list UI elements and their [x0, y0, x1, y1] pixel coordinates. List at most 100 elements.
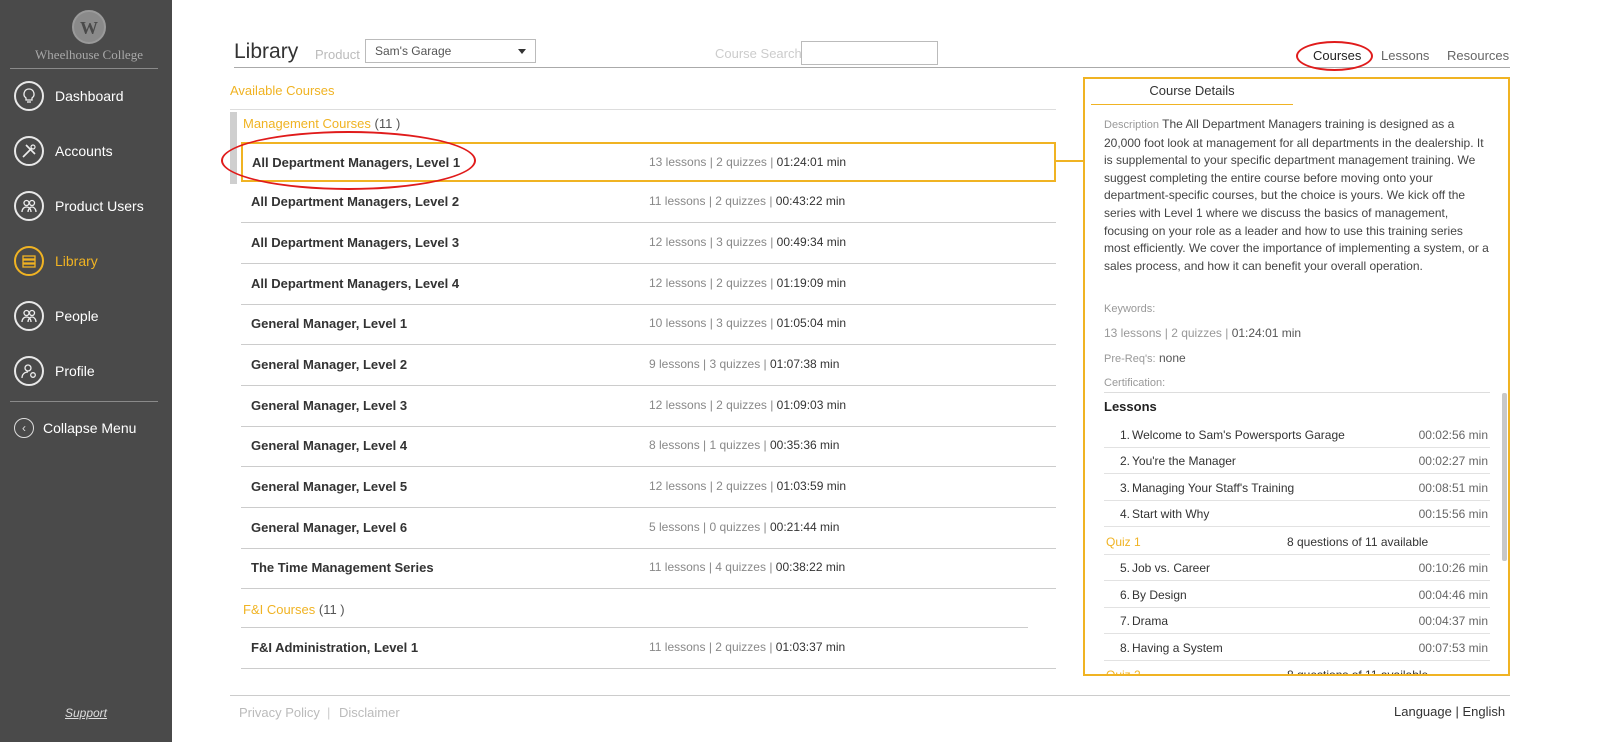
course-stats: 8 lessons | 1 quizzes | 00:35:36 min	[649, 438, 840, 452]
collapse-menu-button[interactable]: ‹ Collapse Menu	[14, 418, 136, 438]
course-search-input[interactable]	[801, 41, 938, 65]
duration: 00:49:34 min	[776, 235, 847, 249]
course-list-scrollbar[interactable]	[230, 112, 237, 184]
tab-courses[interactable]: Courses	[1313, 48, 1361, 63]
nav-label: Product Users	[55, 198, 144, 214]
lesson-title: Job vs. Career	[1132, 561, 1211, 575]
certification: Certification:	[1104, 375, 1165, 389]
duration: 00:38:22 min	[775, 560, 846, 574]
quiz-info: 8 questions of 11 available	[1287, 535, 1429, 549]
lesson-title: By Design	[1132, 588, 1187, 602]
quizzes-count: 2 quizzes	[715, 640, 766, 654]
library-header: Library Product Sam's Garage Course Sear…	[234, 38, 1510, 68]
lesson-number: 6.	[1119, 588, 1130, 602]
course-row[interactable]: F&I Administration, Level 1 11 lessons |…	[241, 628, 1056, 669]
lesson-number: 5.	[1119, 561, 1130, 575]
prereqs: Pre-Req's: none	[1104, 351, 1186, 365]
quizzes-count: 2 quizzes	[716, 276, 767, 290]
support-link[interactable]: Support	[0, 706, 172, 720]
tools-icon	[14, 136, 44, 166]
lesson-number: 7.	[1119, 614, 1130, 628]
product-select-value: Sam's Garage	[375, 44, 452, 58]
lesson-title: Managing Your Staff's Training	[1132, 481, 1295, 495]
language-selector[interactable]: Language | English	[1394, 704, 1505, 719]
lessons-count: 5 lessons	[649, 520, 700, 534]
course-name: All Department Managers, Level 2	[251, 194, 460, 209]
lesson-row[interactable]: 2. You're the Manager 00:02:27 min	[1104, 448, 1490, 474]
lesson-number: 1.	[1119, 428, 1130, 442]
tab-resources[interactable]: Resources	[1447, 48, 1509, 63]
quiz-row[interactable]: Quiz 2 8 questions of 11 available	[1104, 662, 1490, 676]
course-name: All Department Managers, Level 4	[251, 276, 460, 291]
course-stats: 12 lessons | 2 quizzes | 01:03:59 min	[649, 479, 847, 493]
nav-label: Accounts	[55, 143, 113, 159]
course-row[interactable]: General Manager, Level 5 12 lessons | 2 …	[241, 467, 1056, 508]
course-row[interactable]: All Department Managers, Level 1 13 less…	[241, 142, 1056, 182]
lesson-row[interactable]: 7. Drama 00:04:37 min	[1104, 608, 1490, 634]
lessons-count: 12 lessons	[649, 276, 707, 290]
course-search-label: Course Search	[715, 46, 802, 61]
course-row[interactable]: All Department Managers, Level 2 11 less…	[241, 182, 1056, 223]
lesson-row[interactable]: 1. Welcome to Sam's Powersports Garage 0…	[1104, 422, 1490, 448]
product-select[interactable]: Sam's Garage	[365, 39, 536, 63]
duration: 01:03:37 min	[775, 640, 846, 654]
lesson-row[interactable]: 6. By Design 00:04:46 min	[1104, 582, 1490, 608]
nav-item-product-users[interactable]: Product Users	[14, 189, 164, 223]
disclaimer-link[interactable]: Disclaimer	[339, 705, 400, 720]
nav-item-profile[interactable]: Profile	[14, 354, 164, 388]
page-title: Library	[234, 40, 299, 63]
description-text: The All Department Managers training is …	[1104, 117, 1489, 273]
course-row[interactable]: All Department Managers, Level 4 12 less…	[241, 264, 1056, 305]
lesson-duration: 00:08:51 min	[1418, 481, 1488, 495]
privacy-policy-link[interactable]: Privacy Policy	[239, 705, 320, 720]
lesson-row[interactable]: 5. Job vs. Career 00:10:26 min	[1104, 555, 1490, 581]
details-scrollbar[interactable]	[1502, 393, 1507, 561]
lessons-count: 13 lessons	[649, 155, 707, 169]
course-row[interactable]: The Time Management Series 11 lessons | …	[241, 548, 1056, 589]
nav-item-accounts[interactable]: Accounts	[14, 134, 164, 168]
tab-lessons[interactable]: Lessons	[1381, 48, 1429, 63]
lessons-count: 9 lessons	[649, 357, 700, 371]
lesson-number: 3.	[1119, 481, 1130, 495]
course-row[interactable]: General Manager, Level 4 8 lessons | 1 q…	[241, 426, 1056, 467]
course-name: General Manager, Level 5	[251, 479, 408, 494]
duration: 00:21:44 min	[770, 520, 840, 534]
course-row[interactable]: General Manager, Level 6 5 lessons | 0 q…	[241, 508, 1056, 549]
duration: 01:24:01 min	[776, 155, 847, 169]
nav-label: People	[55, 308, 99, 324]
course-row[interactable]: All Department Managers, Level 3 12 less…	[241, 223, 1056, 264]
course-stats: 10 lessons | 3 quizzes | 01:05:04 min	[649, 316, 847, 330]
keywords-label: Keywords:	[1104, 303, 1156, 315]
course-name: General Manager, Level 4	[251, 438, 408, 453]
section-count: (11 )	[374, 116, 401, 131]
nav-item-people[interactable]: People	[14, 299, 164, 333]
nav-item-dashboard[interactable]: Dashboard	[14, 79, 164, 113]
lessons-count: 10 lessons	[649, 316, 707, 330]
section-header[interactable]: F&I Courses (11 )	[243, 602, 345, 617]
nav-item-library[interactable]: Library	[14, 244, 164, 278]
course-row[interactable]: General Manager, Level 2 9 lessons | 3 q…	[241, 345, 1056, 386]
tab-course-details[interactable]: Course Details	[1091, 83, 1293, 105]
course-row[interactable]: General Manager, Level 1 10 lessons | 3 …	[241, 304, 1056, 345]
course-row[interactable]: General Manager, Level 3 12 lessons | 2 …	[241, 386, 1056, 427]
sidebar-divider	[10, 68, 158, 69]
collapse-label: Collapse Menu	[43, 420, 137, 436]
course-stats: 5 lessons | 0 quizzes | 00:21:44 min	[649, 520, 840, 534]
lesson-duration: 00:07:53 min	[1418, 641, 1488, 655]
quizzes-count: 3 quizzes	[709, 357, 761, 371]
certification-label: Certification:	[1104, 377, 1166, 389]
duration: 00:43:22 min	[775, 194, 846, 208]
quiz-row[interactable]: Quiz 1 8 questions of 11 available	[1104, 529, 1490, 555]
lesson-row[interactable]: 3. Managing Your Staff's Training 00:08:…	[1104, 475, 1490, 501]
quiz-label: Quiz 2	[1106, 668, 1141, 676]
lessons-heading: Lessons	[1104, 399, 1157, 414]
lesson-duration: 00:04:37 min	[1418, 614, 1488, 628]
section-header[interactable]: Management Courses (11 )	[243, 116, 400, 131]
logo[interactable]: W Wheelhouse College	[18, 10, 160, 66]
quizzes-count: 2 quizzes	[716, 479, 767, 493]
quizzes-count: 3 quizzes	[716, 235, 767, 249]
lesson-row[interactable]: 8. Having a System 00:07:53 min	[1104, 635, 1490, 661]
quiz-label: Quiz 1	[1106, 535, 1141, 549]
lesson-title: Welcome to Sam's Powersports Garage	[1132, 428, 1345, 442]
lesson-row[interactable]: 4. Start with Why 00:15:56 min	[1104, 501, 1490, 527]
